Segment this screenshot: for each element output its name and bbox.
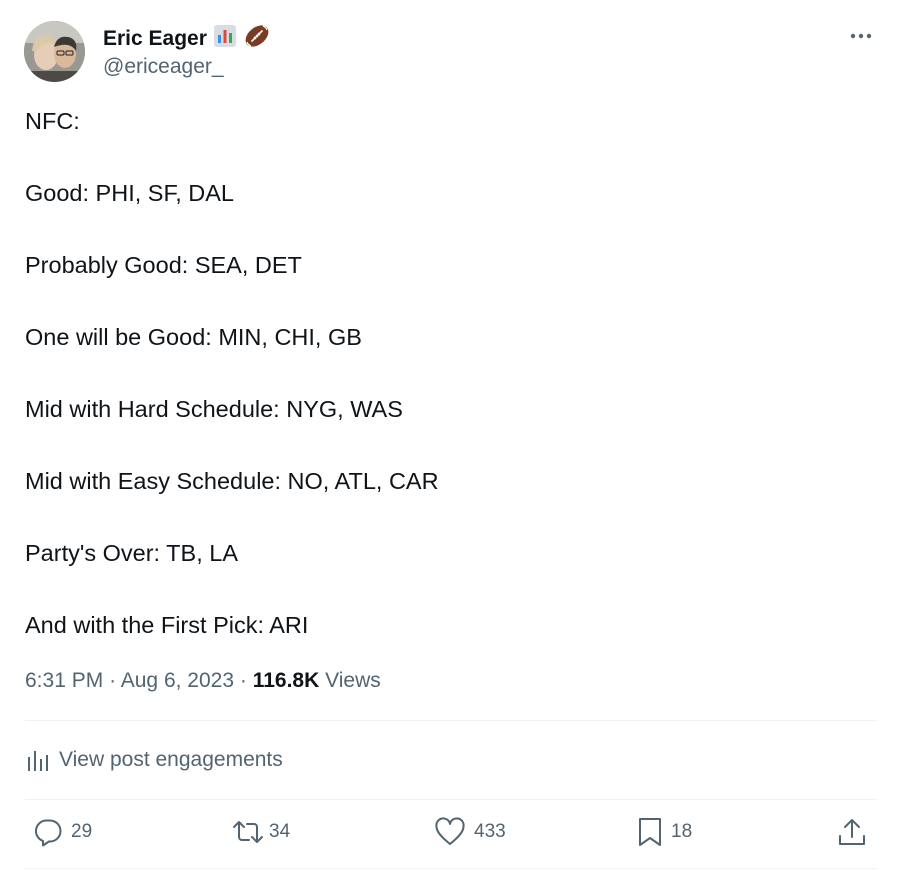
divider bbox=[25, 799, 876, 800]
heart-icon bbox=[434, 817, 466, 847]
tweet-line: Mid with Hard Schedule: NYG, WAS bbox=[25, 396, 403, 422]
display-name[interactable]: Eric Eager bbox=[103, 25, 207, 53]
tweet-line: Good: PHI, SF, DAL bbox=[25, 180, 234, 206]
meta-separator: · bbox=[109, 669, 117, 692]
repost-button[interactable]: 34 bbox=[231, 816, 290, 848]
repost-count: 34 bbox=[269, 821, 291, 842]
avatar-image bbox=[24, 21, 85, 82]
tweet-line: NFC: bbox=[25, 108, 80, 134]
divider bbox=[25, 868, 876, 869]
divider bbox=[25, 720, 876, 721]
american-football-emoji-icon bbox=[243, 22, 271, 55]
tweet-time[interactable]: 6:31 PM bbox=[25, 669, 103, 692]
tweet-line: Probably Good: SEA, DET bbox=[25, 252, 302, 278]
avatar[interactable] bbox=[24, 21, 85, 82]
bar-chart-emoji-icon bbox=[213, 24, 237, 53]
like-count: 433 bbox=[474, 821, 506, 842]
tweet-meta: 6:31 PM · Aug 6, 2023 · 116.8K Views bbox=[25, 667, 381, 695]
tweet-date[interactable]: Aug 6, 2023 bbox=[121, 669, 234, 692]
analytics-icon bbox=[25, 747, 51, 773]
bookmark-button[interactable]: 18 bbox=[637, 816, 692, 848]
repost-icon bbox=[231, 817, 265, 847]
user-handle[interactable]: @ericeager_ bbox=[103, 53, 224, 81]
tweet-line: Party's Over: TB, LA bbox=[25, 540, 239, 566]
views-count: 116.8K bbox=[252, 669, 320, 692]
more-options-button[interactable] bbox=[845, 24, 877, 48]
tweet-line: And with the First Pick: ARI bbox=[25, 612, 309, 638]
author-name-row[interactable]: Eric Eager bbox=[103, 22, 271, 55]
like-button[interactable]: 433 bbox=[434, 816, 506, 848]
meta-separator: · bbox=[239, 669, 247, 692]
more-dots-icon bbox=[850, 33, 872, 39]
tweet-text: NFC: Good: PHI, SF, DAL Probably Good: S… bbox=[25, 105, 875, 641]
share-button[interactable] bbox=[836, 816, 868, 848]
views-label: Views bbox=[325, 669, 381, 692]
tweet-line: One will be Good: MIN, CHI, GB bbox=[25, 324, 362, 350]
bookmark-count: 18 bbox=[671, 821, 693, 842]
reply-button[interactable]: 29 bbox=[33, 816, 92, 848]
engagements-label: View post engagements bbox=[59, 748, 283, 771]
tweet-line: Mid with Easy Schedule: NO, ATL, CAR bbox=[25, 468, 439, 494]
reply-count: 29 bbox=[71, 821, 93, 842]
reply-icon bbox=[33, 817, 63, 847]
view-engagements-link[interactable]: View post engagements bbox=[25, 744, 283, 776]
share-icon bbox=[836, 816, 868, 848]
bookmark-icon bbox=[637, 816, 663, 848]
